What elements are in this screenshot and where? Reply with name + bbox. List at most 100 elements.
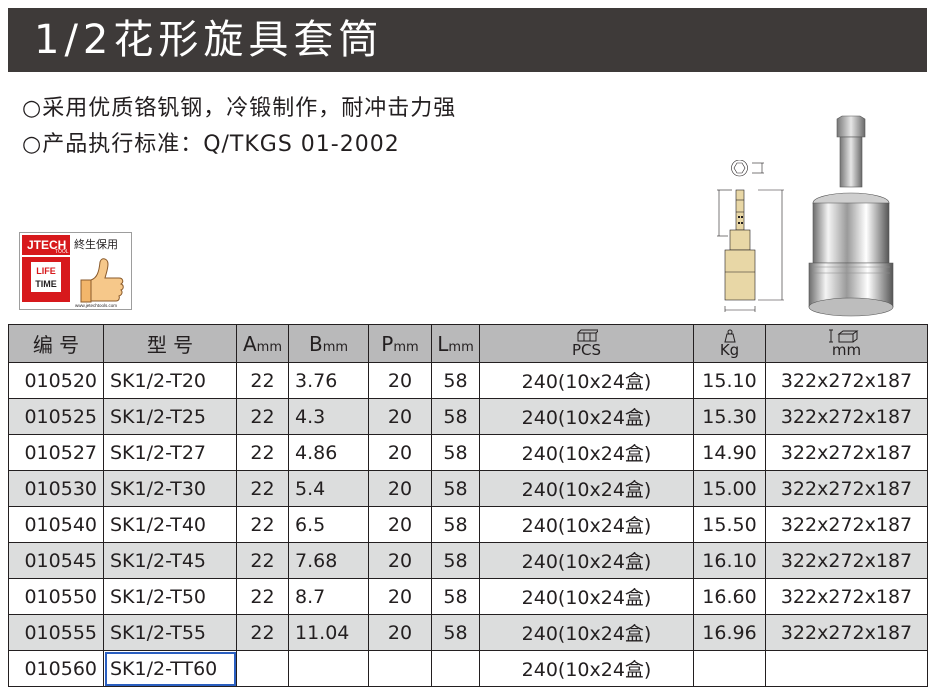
cell-code: 010527	[8, 434, 104, 471]
cell-l	[431, 650, 480, 687]
cell-model: SK1/2-T25	[103, 398, 237, 435]
table-row: 010525 SK1/2-T25 22 4.3 20 58 240(10x24盒…	[8, 398, 928, 435]
cell-pcs: 240(10x24盒)	[479, 614, 694, 651]
table-row: 010520 SK1/2-T20 22 3.76 20 58 240(10x24…	[8, 362, 928, 399]
header-weight: Kg	[693, 324, 766, 363]
cell-size: 322x272x187	[765, 578, 928, 615]
spec-material: ○采用优质铬钒钢，冷锻制作，耐冲击力强	[22, 96, 457, 121]
table-row: 010545 SK1/2-T45 22 7.68 20 58 240(10x24…	[8, 542, 928, 579]
cell-model: SK1/2-T30	[103, 470, 237, 507]
header-code: 编 号	[8, 324, 104, 363]
cell-a: 22	[236, 434, 289, 471]
header-b: Bmm	[288, 324, 369, 363]
cell-p: 20	[368, 470, 432, 507]
cell-model-selected[interactable]: SK1/2-TT60	[103, 650, 237, 687]
table-header-row: 编 号 型 号 Amm Bmm Pmm Lmm PCS Kg mm	[8, 324, 928, 363]
cell-b	[288, 650, 369, 687]
header-pcs: PCS	[479, 324, 694, 363]
logo-badge-line1: LIFE	[36, 266, 56, 276]
cell-p: 20	[368, 614, 432, 651]
cell-pcs: 240(10x24盒)	[479, 506, 694, 543]
cell-code: 010540	[8, 506, 104, 543]
table-row: 010555 SK1/2-T55 22 11.04 20 58 240(10x2…	[8, 614, 928, 651]
logo-badge-line2: TIME	[35, 279, 57, 289]
cell-code: 010545	[8, 542, 104, 579]
cell-p: 20	[368, 542, 432, 579]
cell-code: 010560	[8, 650, 104, 687]
header-a: Amm	[236, 324, 289, 363]
cell-pcs: 240(10x24盒)	[479, 398, 694, 435]
cell-kg: 16.60	[693, 578, 766, 615]
cell-l: 58	[431, 398, 480, 435]
cell-kg: 14.90	[693, 434, 766, 471]
cell-size: 322x272x187	[765, 470, 928, 507]
product-table: 编 号 型 号 Amm Bmm Pmm Lmm PCS Kg mm 010520…	[8, 324, 928, 687]
cell-code: 010530	[8, 470, 104, 507]
cell-pcs: 240(10x24盒)	[479, 362, 694, 399]
cell-model: SK1/2-T50	[103, 578, 237, 615]
cell-l: 58	[431, 506, 480, 543]
table-row: 010560 SK1/2-TT60 240(10x24盒)	[8, 650, 928, 687]
cell-b: 4.86	[288, 434, 369, 471]
cell-kg: 16.96	[693, 614, 766, 651]
cell-kg: 16.10	[693, 542, 766, 579]
cell-b: 11.04	[288, 614, 369, 651]
cell-b: 5.4	[288, 470, 369, 507]
cell-a: 22	[236, 614, 289, 651]
cell-kg: 15.30	[693, 398, 766, 435]
cell-p: 20	[368, 398, 432, 435]
cell-a: 22	[236, 362, 289, 399]
cell-model: SK1/2-T40	[103, 506, 237, 543]
cell-b: 7.68	[288, 542, 369, 579]
cell-size: 322x272x187	[765, 434, 928, 471]
page-title: 1/2花形旋具套筒	[34, 17, 384, 63]
cell-a: 22	[236, 398, 289, 435]
brand-logo: JTECH TOOL 終生保用 LIFE TIME www.jetechtool…	[19, 232, 132, 310]
cell-model: SK1/2-T45	[103, 542, 237, 579]
cell-a: 22	[236, 470, 289, 507]
header-size: mm	[765, 324, 928, 363]
logo-warranty: 終生保用	[74, 237, 118, 251]
cell-pcs: 240(10x24盒)	[479, 578, 694, 615]
cell-b: 6.5	[288, 506, 369, 543]
header-p: Pmm	[368, 324, 432, 363]
table-row: 010540 SK1/2-T40 22 6.5 20 58 240(10x24盒…	[8, 506, 928, 543]
cell-code: 010550	[8, 578, 104, 615]
cell-l: 58	[431, 578, 480, 615]
cell-pcs: 240(10x24盒)	[479, 650, 694, 687]
cell-p	[368, 650, 432, 687]
cell-kg	[693, 650, 766, 687]
product-photo	[808, 115, 894, 317]
cell-l: 58	[431, 542, 480, 579]
cell-kg: 15.00	[693, 470, 766, 507]
cell-b: 8.7	[288, 578, 369, 615]
cell-b: 4.3	[288, 398, 369, 435]
cell-size: 322x272x187	[765, 506, 928, 543]
cell-model: SK1/2-T20	[103, 362, 237, 399]
cell-a: 22	[236, 506, 289, 543]
cell-kg: 15.50	[693, 506, 766, 543]
cell-p: 20	[368, 506, 432, 543]
cell-l: 58	[431, 434, 480, 471]
cell-l: 58	[431, 614, 480, 651]
table-row: 010527 SK1/2-T27 22 4.86 20 58 240(10x24…	[8, 434, 928, 471]
cell-size: 322x272x187	[765, 362, 928, 399]
cell-code: 010525	[8, 398, 104, 435]
cell-a: 22	[236, 578, 289, 615]
table-row: 010550 SK1/2-T50 22 8.7 20 58 240(10x24盒…	[8, 578, 928, 615]
cell-pcs: 240(10x24盒)	[479, 434, 694, 471]
header-model: 型 号	[103, 324, 237, 363]
cell-l: 58	[431, 362, 480, 399]
cell-code: 010520	[8, 362, 104, 399]
cell-size: 322x272x187	[765, 614, 928, 651]
logo-website: www.jetechtools.com	[75, 303, 117, 308]
cell-p: 20	[368, 578, 432, 615]
table-row: 010530 SK1/2-T30 22 5.4 20 58 240(10x24盒…	[8, 470, 928, 507]
cell-pcs: 240(10x24盒)	[479, 470, 694, 507]
cell-model: SK1/2-T27	[103, 434, 237, 471]
cell-a	[236, 650, 289, 687]
cell-model: SK1/2-T55	[103, 614, 237, 651]
title-bar: 1/2花形旋具套筒	[8, 8, 927, 72]
cell-size: 322x272x187	[765, 542, 928, 579]
spec-standard: ○产品执行标准：Q/TKGS 01-2002	[22, 132, 400, 157]
